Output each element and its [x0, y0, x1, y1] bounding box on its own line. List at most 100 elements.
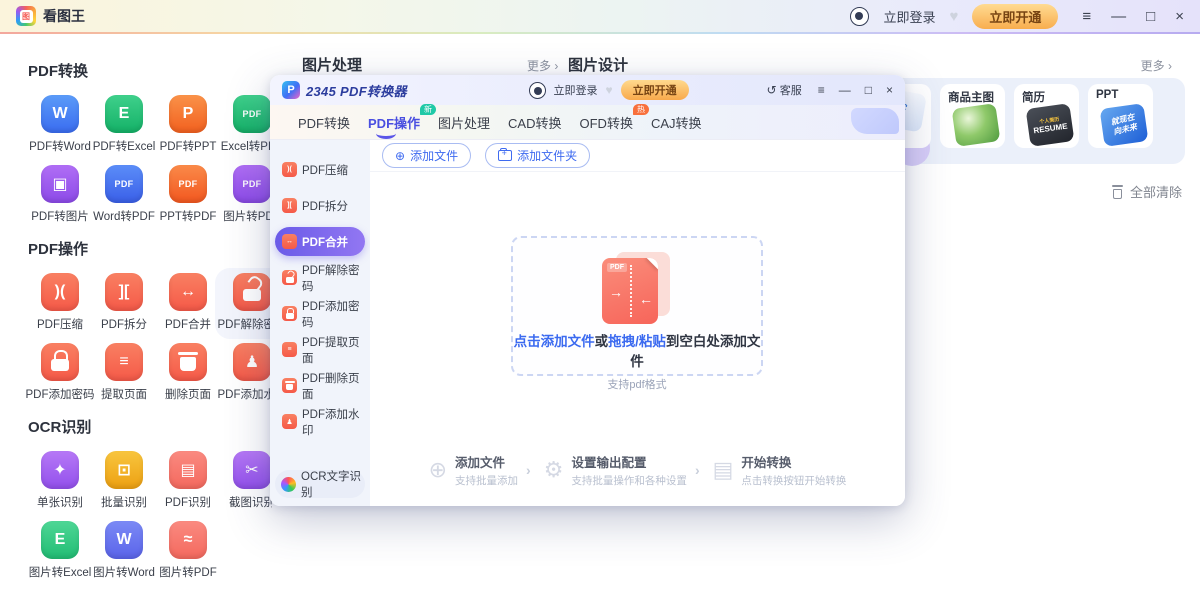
tool-label: 批量识别 [101, 494, 147, 510]
modal-sidebar-item[interactable]: )( PDF压缩 [275, 155, 365, 184]
tool-icon [233, 273, 271, 311]
modal-sidebar-item[interactable]: ][ PDF拆分 [275, 191, 365, 220]
modal-tab[interactable]: CAD转换 [508, 113, 561, 132]
modal-item-label: PDF添加水印 [302, 406, 365, 438]
step-subtitle: 点击转换按钮开始转换 [741, 473, 846, 488]
tool-item[interactable]: W PDF转Word [28, 95, 92, 156]
image-process-title: 图片处理 [302, 54, 362, 75]
tool-item[interactable]: PDF Word转PDF [92, 165, 156, 226]
pdf-badge: PDF [607, 263, 627, 272]
modal-sidebar-item[interactable]: ♟ PDF添加水印 [275, 407, 365, 436]
modal-tab[interactable]: 图片处理 [438, 113, 490, 132]
tool-item[interactable]: PDF PPT转PDF [156, 165, 220, 226]
tool-item[interactable]: 删除页面 [156, 343, 220, 404]
tool-item[interactable]: ▤ PDF识别 [156, 451, 220, 512]
close-icon[interactable]: × [1175, 8, 1184, 25]
tool-icon: PDF [105, 165, 143, 203]
support-button[interactable]: ↺ 客服 [767, 82, 802, 98]
image-process-more-link[interactable]: 更多 › [527, 57, 558, 74]
card-label: 简历 [1022, 89, 1079, 104]
tool-item[interactable]: E 图片转Excel [28, 521, 92, 582]
modal-item-icon [282, 270, 297, 285]
modal-menu-icon[interactable]: ≡ [818, 83, 825, 97]
tool-item[interactable]: ↔ PDF合并 [156, 273, 220, 334]
tool-label: 图片转PDF [159, 564, 217, 580]
modal-avatar-icon[interactable] [529, 82, 546, 99]
tool-item[interactable]: ⊡ 批量识别 [92, 451, 156, 512]
modal-sidebar-item[interactable]: ≡ PDF提取页面 [275, 335, 365, 364]
section-title-pdf-ops: PDF操作 [28, 238, 272, 259]
minimize-icon[interactable]: — [1111, 8, 1126, 25]
modal-item-label: PDF删除页面 [302, 370, 365, 402]
pdf-ops-grid: )( PDF压缩 ][ PDF拆分 ↔ PDF合并 PDF解除密码 PDF添加密… [28, 273, 272, 404]
user-avatar-icon[interactable] [850, 7, 869, 26]
modal-maximize-icon[interactable]: □ [865, 83, 872, 97]
modal-upgrade-button[interactable]: 立即开通 [621, 80, 689, 100]
modal-item-icon: ][ [282, 198, 297, 213]
tab-badge: 新 [420, 104, 436, 116]
workflow-steps: ⊕ 添加文件 支持批量添加 › ⚙ 设置输出配置 支持批量操作和各种设置 › [370, 452, 905, 488]
modal-tab[interactable]: OFD转换 热 [580, 113, 633, 132]
tool-item[interactable]: P PDF转PPT [156, 95, 220, 156]
tool-item[interactable]: )( PDF压缩 [28, 273, 92, 334]
menu-icon[interactable]: ≡ [1082, 8, 1091, 25]
workflow-step: ⚙ 设置输出配置 支持批量操作和各种设置 › [544, 452, 700, 488]
tool-item[interactable]: ✦ 单张识别 [28, 451, 92, 512]
modal-item-label: PDF合并 [302, 234, 348, 250]
tool-icon: E [105, 95, 143, 133]
modal-heart-icon[interactable]: ♥ [606, 83, 613, 97]
plus-circle-icon: ⊕ [395, 150, 405, 162]
modal-sidebar-item[interactable]: PDF添加密码 [275, 299, 365, 328]
modal-sidebar-item[interactable]: PDF删除页面 [275, 371, 365, 400]
pdf-merge-illustration: PDF → ← [602, 252, 672, 324]
maximize-icon[interactable]: □ [1146, 8, 1155, 25]
tool-icon: ≡ [105, 343, 143, 381]
tool-item[interactable]: ≡ 提取页面 [92, 343, 156, 404]
modal-tab[interactable]: PDF操作 新 [368, 113, 420, 132]
heart-icon[interactable]: ♥ [949, 8, 958, 25]
tool-icon: ][ [105, 273, 143, 311]
tool-item[interactable]: E PDF转Excel [92, 95, 156, 156]
clear-all-button[interactable]: 全部清除 [1111, 182, 1182, 201]
tool-item[interactable]: PDF添加密码 [28, 343, 92, 404]
upgrade-button[interactable]: 立即开通 [972, 4, 1058, 29]
modal-tab[interactable]: CAJ转换 [651, 113, 702, 132]
card-thumbnail: 个人简历 RESUME [1026, 103, 1075, 147]
add-folder-button[interactable]: 添加文件夹 [485, 143, 590, 168]
card-thumbnail [952, 103, 1001, 147]
modal-login-link[interactable]: 立即登录 [554, 82, 598, 98]
tool-label: PDF转图片 [31, 208, 89, 224]
modal-sidebar-item[interactable]: ↔ PDF合并 [275, 227, 365, 256]
login-link[interactable]: 立即登录 [883, 7, 935, 26]
modal-sidebar-item[interactable]: PDF解除密码 [275, 263, 365, 292]
design-card[interactable]: 简历 个人简历 RESUME [1014, 84, 1079, 148]
tool-item[interactable]: W 图片转Word [92, 521, 156, 582]
trash-icon [1111, 185, 1124, 199]
ocr-grid: ✦ 单张识别 ⊡ 批量识别 ▤ PDF识别 ✂ 截图识别 E 图片转Excel … [28, 451, 272, 582]
modal-tab[interactable]: PDF转换 [298, 113, 350, 132]
card-label: PPT [1096, 89, 1153, 104]
add-file-button[interactable]: ⊕ 添加文件 [382, 143, 471, 168]
modal-item-icon: ♟ [282, 414, 297, 429]
file-drop-zone[interactable]: PDF → ← 点击添加文件或拖拽/粘贴到空白处添加文件 支持pdf格式 [511, 236, 763, 376]
ocr-rainbow-icon [281, 477, 296, 492]
arrow-left-icon: ← [639, 291, 653, 307]
tool-item[interactable]: ▣ PDF转图片 [28, 165, 92, 226]
design-card[interactable]: 商品主图 [940, 84, 1005, 148]
workflow-step: ▤ 开始转换 点击转换按钮开始转换 [713, 452, 847, 488]
ocr-text-recognition-item[interactable]: OCR文字识别 [275, 470, 365, 498]
tool-label: 提取页面 [101, 386, 147, 402]
tool-item[interactable]: ][ PDF拆分 [92, 273, 156, 334]
modal-close-icon[interactable]: × [886, 83, 893, 97]
tool-label: PDF合并 [165, 316, 211, 332]
image-design-more-link[interactable]: 更多 › [1141, 57, 1172, 74]
design-card[interactable]: PPT 就现在 向未来 [1088, 84, 1153, 148]
tool-icon: W [41, 95, 79, 133]
tool-icon: ▤ [169, 451, 207, 489]
modal-item-icon: )( [282, 162, 297, 177]
tool-icon: ♟ [233, 343, 271, 381]
tool-item[interactable]: ≈ 图片转PDF [156, 521, 220, 582]
image-design-title: 图片设计 [568, 54, 628, 75]
modal-minimize-icon[interactable]: — [839, 83, 851, 97]
modal-logo-icon: P [282, 81, 300, 99]
